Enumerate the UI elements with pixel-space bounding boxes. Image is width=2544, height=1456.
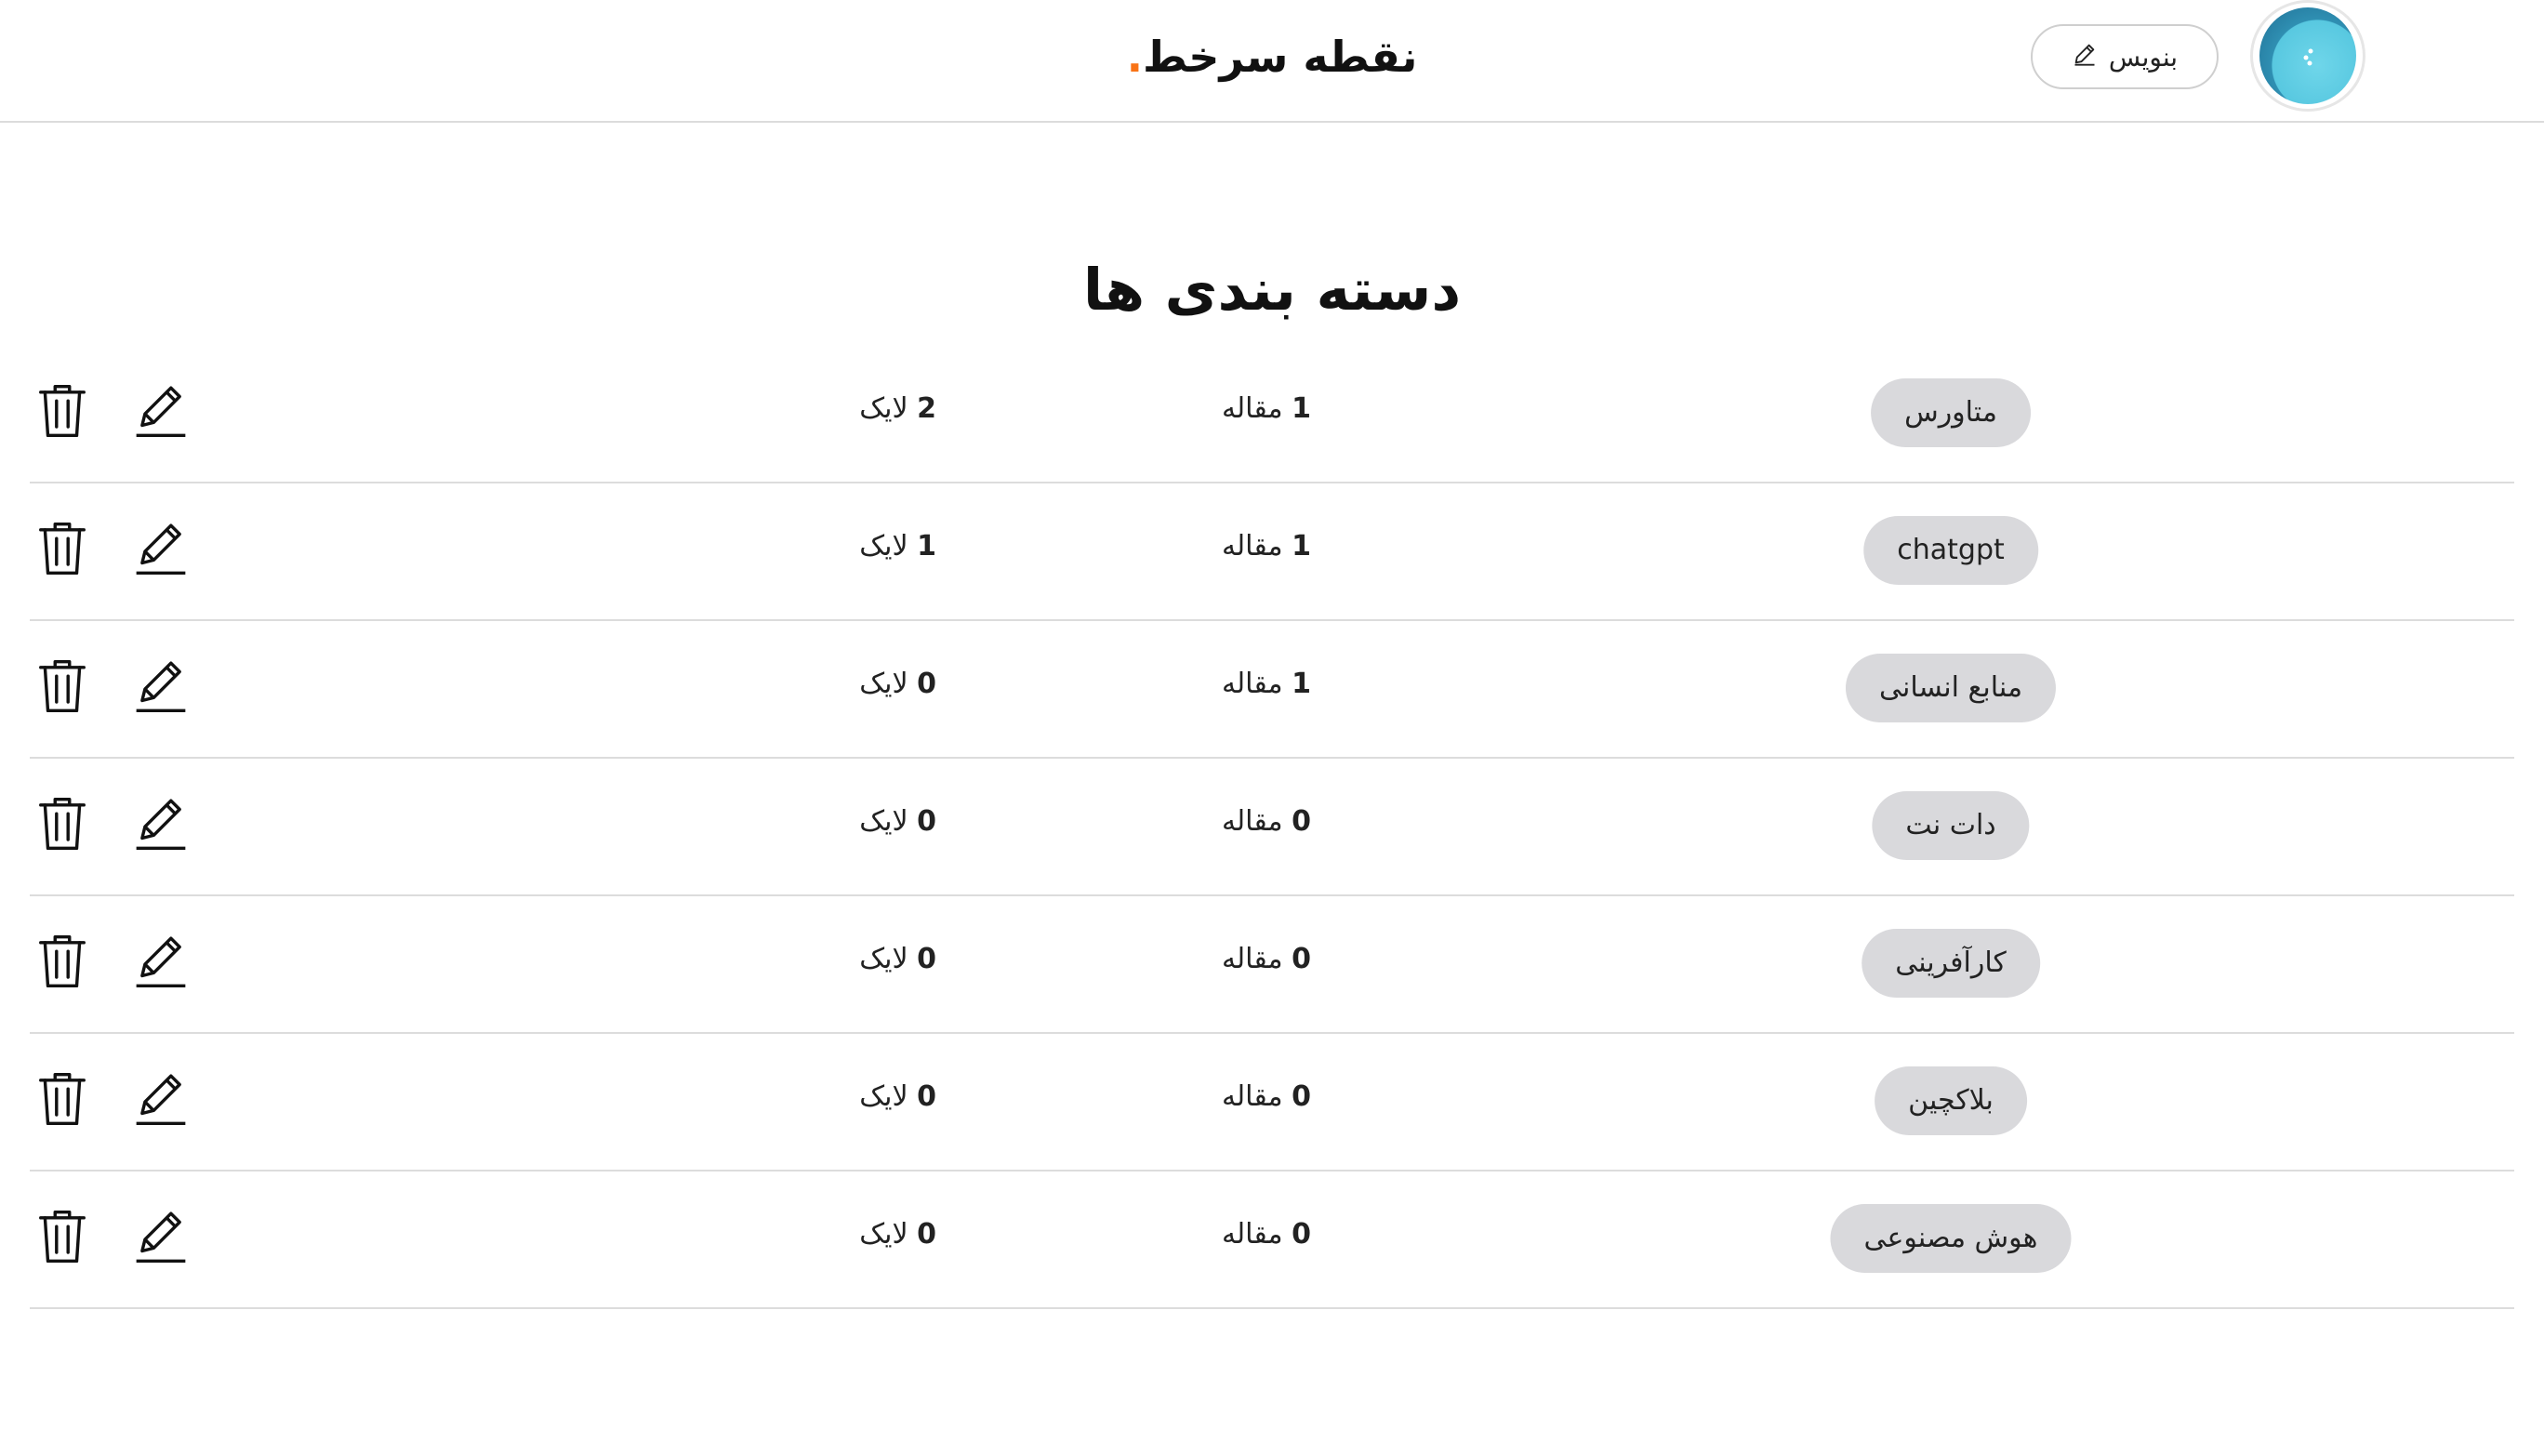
like-count-value: 1: [917, 530, 936, 563]
delete-button[interactable]: [30, 1062, 95, 1136]
like-count-unit: لایک: [859, 1218, 908, 1251]
category-list: متاورس 1 مقاله 2 لایک chatgpt 1 مقاله 1 …: [30, 346, 2514, 1309]
edit-button[interactable]: [128, 649, 193, 723]
edit-icon: [136, 386, 186, 438]
article-count-unit: مقاله: [1221, 668, 1283, 700]
category-tag[interactable]: متاورس: [1871, 378, 2031, 447]
category-row: دات نت 0 مقاله 0 لایک: [30, 759, 2514, 896]
article-count: 0 مقاله: [1162, 796, 1311, 848]
article-count-unit: مقاله: [1221, 1080, 1283, 1113]
delete-button[interactable]: [30, 1199, 95, 1274]
trash-icon: [39, 1072, 86, 1126]
article-count-value: 0: [1292, 1218, 1311, 1251]
delete-button[interactable]: [30, 649, 95, 723]
like-count-value: 0: [917, 805, 936, 838]
delete-button[interactable]: [30, 787, 95, 861]
like-count-value: 0: [917, 943, 936, 975]
edit-icon: [136, 661, 186, 713]
categories-page: نقطه سرخط. بنویس دسته بندی ها متاورس 1 م…: [0, 0, 2544, 1456]
like-count-value: 2: [917, 392, 936, 425]
article-count-value: 1: [1292, 392, 1311, 425]
edit-button[interactable]: [128, 511, 193, 586]
category-row: هوش مصنوعی 0 مقاله 0 لایک: [30, 1171, 2514, 1309]
edit-button[interactable]: [128, 374, 193, 448]
like-count-unit: لایک: [859, 530, 908, 563]
site-logo[interactable]: نقطه سرخط.: [1086, 24, 1458, 89]
trash-icon: [39, 934, 86, 988]
article-count-value: 1: [1292, 530, 1311, 563]
delete-button[interactable]: [30, 511, 95, 586]
edit-button[interactable]: [128, 924, 193, 999]
page-title: دسته بندی ها: [1082, 255, 1462, 324]
category-tag[interactable]: کارآفرینی: [1862, 929, 2040, 998]
edit-icon: [136, 523, 186, 576]
edit-button[interactable]: [128, 1062, 193, 1136]
article-count-value: 1: [1292, 668, 1311, 700]
like-count-unit: لایک: [859, 392, 908, 425]
edit-button[interactable]: [128, 787, 193, 861]
like-count: 0 لایک: [825, 933, 936, 986]
category-row: منابع انسانی 1 مقاله 0 لایک: [30, 621, 2514, 759]
like-count: 2 لایک: [825, 383, 936, 435]
edit-icon: [136, 936, 186, 988]
category-tag[interactable]: هوش مصنوعی: [1830, 1204, 2072, 1273]
trash-icon: [39, 659, 86, 713]
like-count-value: 0: [917, 668, 936, 700]
like-count: 0 لایک: [825, 1209, 936, 1261]
brand-dot: .: [1126, 32, 1144, 82]
category-tag[interactable]: chatgpt: [1863, 516, 2038, 585]
category-row: متاورس 1 مقاله 2 لایک: [30, 346, 2514, 483]
edit-icon: [136, 1074, 186, 1126]
trash-icon: [39, 797, 86, 851]
avatar-face-icon: [2303, 48, 2313, 66]
article-count-unit: مقاله: [1221, 530, 1283, 563]
delete-button[interactable]: [30, 924, 95, 999]
user-avatar-button[interactable]: [2250, 0, 2365, 112]
edit-button[interactable]: [128, 1199, 193, 1274]
brand-text: نقطه سرخط: [1143, 32, 1418, 82]
trash-icon: [39, 522, 86, 576]
top-header: نقطه سرخط. بنویس: [0, 0, 2544, 123]
article-count: 1 مقاله: [1162, 521, 1311, 573]
category-tag[interactable]: دات نت: [1872, 791, 2030, 860]
article-count-unit: مقاله: [1221, 943, 1283, 975]
article-count: 0 مقاله: [1162, 1209, 1311, 1261]
category-row: بلاکچین 0 مقاله 0 لایک: [30, 1034, 2514, 1171]
category-row: کارآفرینی 0 مقاله 0 لایک: [30, 896, 2514, 1034]
article-count-unit: مقاله: [1221, 1218, 1283, 1251]
like-count: 0 لایک: [825, 1071, 936, 1123]
article-count-value: 0: [1292, 943, 1311, 975]
like-count-unit: لایک: [859, 1080, 908, 1113]
like-count: 0 لایک: [825, 796, 936, 848]
like-count: 1 لایک: [825, 521, 936, 573]
article-count-unit: مقاله: [1221, 392, 1283, 425]
like-count-unit: لایک: [859, 668, 908, 700]
trash-icon: [39, 1210, 86, 1264]
edit-icon: [136, 1211, 186, 1264]
article-count: 1 مقاله: [1162, 658, 1311, 710]
like-count-value: 0: [917, 1080, 936, 1113]
article-count-unit: مقاله: [1221, 805, 1283, 838]
category-tag[interactable]: بلاکچین: [1875, 1066, 2027, 1135]
write-button[interactable]: بنویس: [2031, 24, 2219, 89]
like-count-unit: لایک: [859, 805, 908, 838]
like-count-value: 0: [917, 1218, 936, 1251]
article-count: 0 مقاله: [1162, 1071, 1311, 1123]
category-row: chatgpt 1 مقاله 1 لایک: [30, 483, 2514, 621]
article-count: 1 مقاله: [1162, 383, 1311, 435]
edit-icon: [136, 799, 186, 851]
article-count: 0 مقاله: [1162, 933, 1311, 986]
category-tag[interactable]: منابع انسانی: [1845, 654, 2057, 722]
delete-button[interactable]: [30, 374, 95, 448]
pencil-icon: [2072, 41, 2098, 73]
article-count-value: 0: [1292, 1080, 1311, 1113]
write-button-label: بنویس: [2108, 41, 2179, 73]
avatar: [2259, 7, 2356, 104]
trash-icon: [39, 384, 86, 438]
like-count: 0 لایک: [825, 658, 936, 710]
article-count-value: 0: [1292, 805, 1311, 838]
like-count-unit: لایک: [859, 943, 908, 975]
